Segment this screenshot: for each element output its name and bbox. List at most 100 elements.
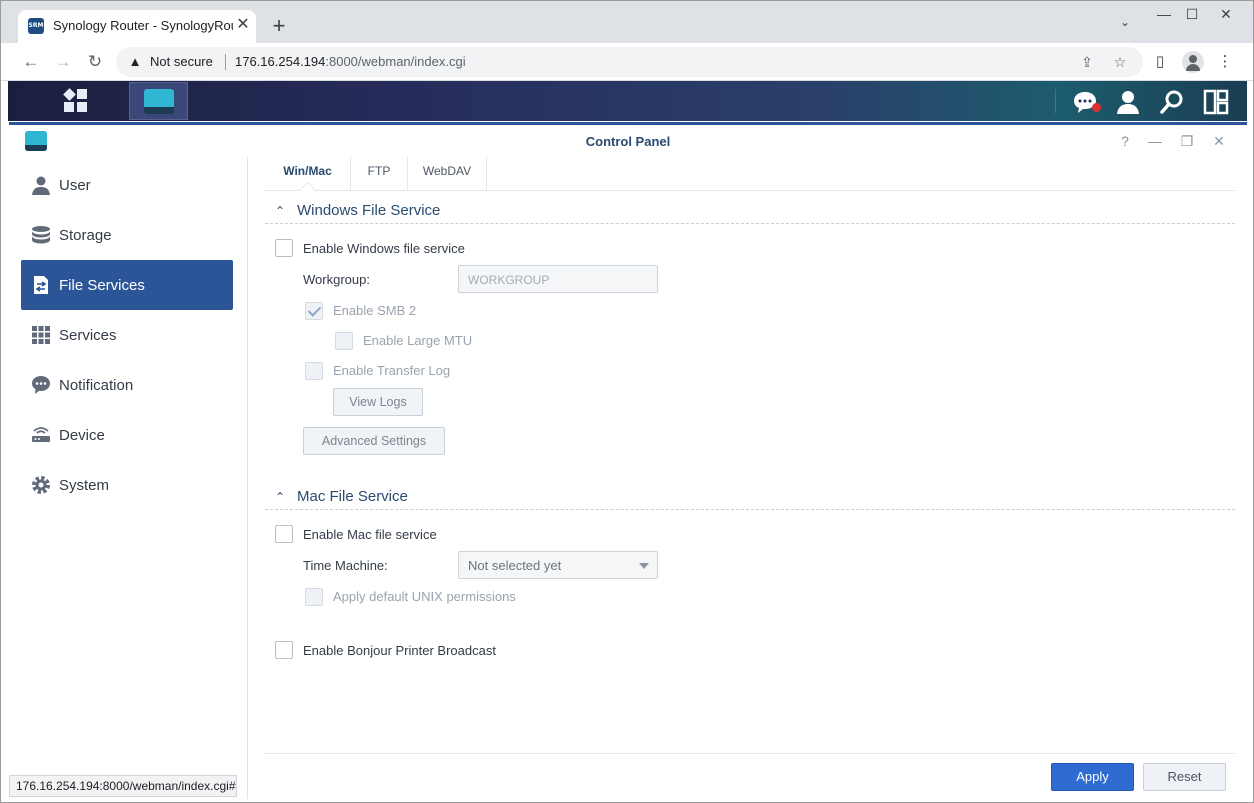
minimize-icon[interactable]: — xyxy=(1154,5,1174,23)
tab-ftp[interactable]: FTP xyxy=(351,157,408,191)
user-icon xyxy=(31,175,51,195)
tab-title: Synology Router - SynologyRouter xyxy=(53,18,233,33)
address-bar[interactable]: ▲ Not secure 176.16.254.194:8000/webman/… xyxy=(116,47,1143,77)
widgets-icon[interactable] xyxy=(1203,89,1229,115)
sidebar-item-label: File Services xyxy=(59,277,145,294)
url-host: 176.16.254.194 xyxy=(235,54,326,69)
apply-unix-permissions-checkbox[interactable] xyxy=(305,588,323,606)
close-window-icon[interactable]: ✕ xyxy=(1216,5,1236,23)
tab-close-icon[interactable]: ✕ xyxy=(234,16,252,34)
tab-strip: SRM Synology Router - SynologyRouter ✕ +… xyxy=(1,1,1253,43)
sidebar-item-storage[interactable]: Storage xyxy=(21,210,233,260)
control-panel-app-icon xyxy=(144,89,174,114)
forward-icon[interactable]: → xyxy=(52,51,74,73)
reload-icon[interactable]: ↻ xyxy=(84,51,106,73)
enable-smb2-label[interactable]: Enable SMB 2 xyxy=(333,303,416,318)
new-tab-icon[interactable]: + xyxy=(267,15,291,39)
file-services-content: Win/Mac FTP WebDAV ⌃ Windows File Servic… xyxy=(265,157,1235,799)
user-account-icon[interactable] xyxy=(1115,89,1141,115)
tab-webdav[interactable]: WebDAV xyxy=(408,157,487,191)
collapse-chevron-up-icon[interactable]: ⌃ xyxy=(275,205,287,217)
view-logs-button[interactable]: View Logs xyxy=(333,388,423,416)
apply-unix-permissions-label[interactable]: Apply default UNIX permissions xyxy=(333,589,516,604)
sidebar: User Storage File Services Services Noti… xyxy=(9,157,248,799)
dropdown-arrow-icon xyxy=(639,563,649,569)
control-panel-window: Control Panel ? — ❐ ✕ User Storage File … xyxy=(9,122,1247,799)
sidebar-item-label: Services xyxy=(59,327,117,344)
tab-bar: Win/Mac FTP WebDAV xyxy=(265,157,1235,191)
enable-bonjour-printer-label[interactable]: Enable Bonjour Printer Broadcast xyxy=(303,643,496,658)
section-title: Mac File Service xyxy=(297,488,408,505)
section-title: Windows File Service xyxy=(297,202,441,219)
workgroup-label: Workgroup: xyxy=(303,272,370,287)
window-close-icon[interactable]: ✕ xyxy=(1210,132,1228,150)
browser-window: SRM Synology Router - SynologyRouter ✕ +… xyxy=(0,0,1254,803)
search-icon[interactable] xyxy=(1159,89,1185,115)
sidebar-item-notification[interactable]: Notification xyxy=(21,360,233,410)
enable-mac-file-service-label[interactable]: Enable Mac file service xyxy=(303,527,437,542)
sidebar-item-device[interactable]: Device xyxy=(21,410,233,460)
side-panel-icon[interactable]: ▯ xyxy=(1150,52,1170,72)
grid-icon xyxy=(31,325,51,345)
storage-icon xyxy=(31,225,51,245)
sidebar-item-system[interactable]: System xyxy=(21,460,233,510)
enable-mac-file-service-checkbox[interactable] xyxy=(275,525,293,543)
router-icon xyxy=(31,425,51,445)
chat-bubble-icon xyxy=(31,375,51,395)
windows-section-header[interactable]: ⌃ Windows File Service xyxy=(265,202,1235,224)
warning-triangle-icon[interactable]: ▲ xyxy=(127,54,143,70)
collapse-chevron-up-icon[interactable]: ⌃ xyxy=(275,491,287,503)
time-machine-select[interactable]: Not selected yet xyxy=(458,551,658,579)
enable-windows-file-service-label[interactable]: Enable Windows file service xyxy=(303,241,465,256)
gear-icon xyxy=(31,475,51,495)
url-path: :8000/webman/index.cgi xyxy=(325,54,466,69)
share-icon[interactable]: ⇪ xyxy=(1078,53,1096,71)
main-menu-grid-icon xyxy=(63,88,88,113)
enable-bonjour-printer-checkbox[interactable] xyxy=(275,641,293,659)
sidebar-item-file-services[interactable]: File Services xyxy=(21,260,233,310)
reset-button[interactable]: Reset xyxy=(1143,763,1226,791)
browser-tab[interactable]: SRM Synology Router - SynologyRouter ✕ xyxy=(18,10,256,43)
omnibox-separator xyxy=(225,54,226,70)
enable-windows-file-service-checkbox[interactable] xyxy=(275,239,293,257)
enable-large-mtu-label[interactable]: Enable Large MTU xyxy=(363,333,472,348)
menu-kebab-icon[interactable]: ⋮ xyxy=(1215,52,1235,72)
browser-toolbar: ← → ↻ ▲ Not secure 176.16.254.194:8000/w… xyxy=(1,43,1253,81)
enable-transfer-log-checkbox[interactable] xyxy=(305,362,323,380)
maximize-icon[interactable]: ☐ xyxy=(1182,5,1202,23)
srm-taskbar xyxy=(8,81,1247,121)
srm-favicon-icon: SRM xyxy=(28,18,44,34)
sidebar-item-services[interactable]: Services xyxy=(21,310,233,360)
tab-search-chevron-icon[interactable]: ⌄ xyxy=(1115,15,1135,35)
taskbar-separator xyxy=(1055,89,1056,113)
url-text[interactable]: 176.16.254.194:8000/webman/index.cgi xyxy=(235,54,466,69)
control-panel-taskbar-button[interactable] xyxy=(129,82,188,120)
advanced-settings-button[interactable]: Advanced Settings xyxy=(303,427,445,455)
window-restore-icon[interactable]: ❐ xyxy=(1178,132,1196,150)
workgroup-input[interactable]: WORKGROUP xyxy=(458,265,658,293)
enable-smb2-checkbox[interactable] xyxy=(305,302,323,320)
file-services-icon xyxy=(31,275,51,295)
time-machine-label: Time Machine: xyxy=(303,558,388,573)
sidebar-item-user[interactable]: User xyxy=(21,160,233,210)
sidebar-item-label: System xyxy=(59,477,110,494)
enable-transfer-log-label[interactable]: Enable Transfer Log xyxy=(333,363,450,378)
sidebar-item-label: Storage xyxy=(59,227,112,244)
help-icon[interactable]: ? xyxy=(1116,132,1134,150)
enable-large-mtu-checkbox[interactable] xyxy=(335,332,353,350)
bookmark-star-icon[interactable]: ☆ xyxy=(1111,53,1129,71)
footer-bar: Apply Reset xyxy=(265,753,1235,799)
window-minimize-icon[interactable]: — xyxy=(1146,132,1164,150)
tab-win-mac[interactable]: Win/Mac xyxy=(265,157,351,191)
apply-button[interactable]: Apply xyxy=(1051,763,1134,791)
window-title: Control Panel xyxy=(585,134,671,149)
sidebar-item-label: Device xyxy=(59,427,105,444)
security-label[interactable]: Not secure xyxy=(150,54,213,69)
main-menu-button[interactable] xyxy=(32,81,124,121)
sidebar-item-label: User xyxy=(59,177,91,194)
control-panel-titlebar[interactable]: Control Panel ? — ❐ ✕ xyxy=(9,125,1247,157)
back-icon[interactable]: ← xyxy=(20,51,42,73)
notification-badge xyxy=(1092,103,1101,112)
mac-section-header[interactable]: ⌃ Mac File Service xyxy=(265,488,1235,510)
profile-avatar-icon[interactable] xyxy=(1182,51,1204,73)
